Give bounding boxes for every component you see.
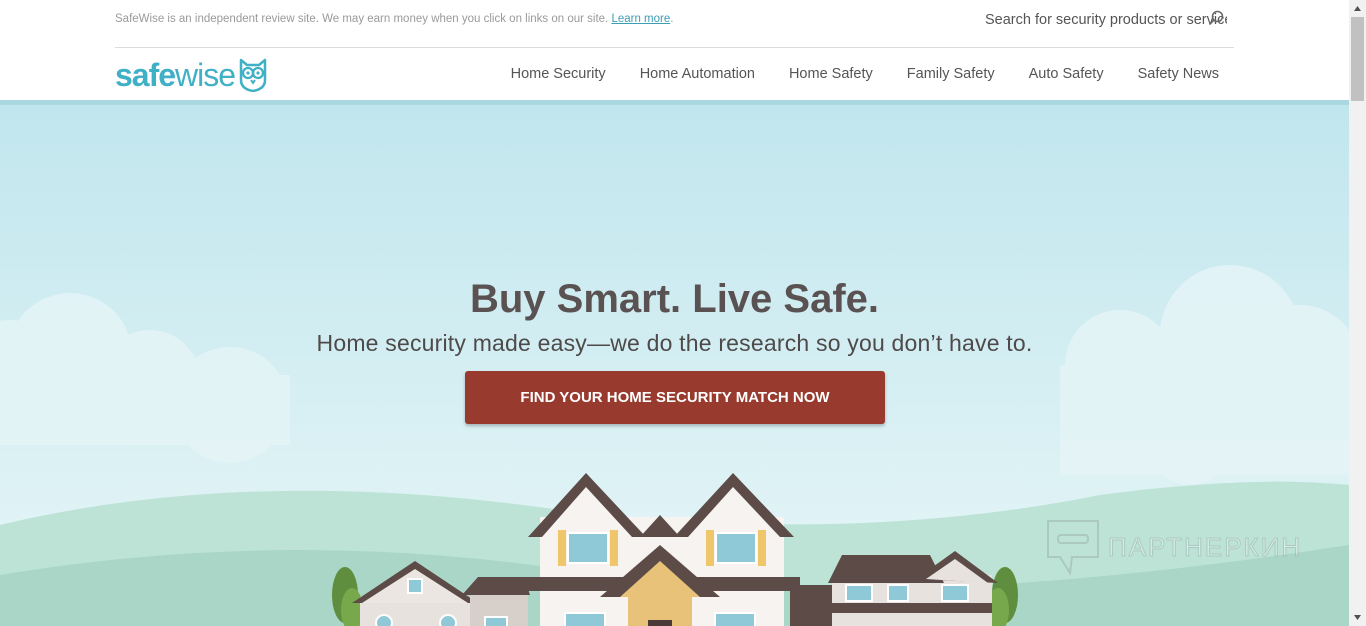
nav-home-safety[interactable]: Home Safety — [789, 66, 873, 82]
learn-more-link[interactable]: Learn more — [611, 13, 670, 25]
hero-subtitle: Home security made easy—we do the resear… — [316, 330, 1033, 356]
disclaimer-text: SafeWise is an independent review site. … — [115, 13, 673, 25]
scroll-down-arrow-icon[interactable] — [1349, 609, 1366, 626]
chat-bubble-icon — [1047, 520, 1099, 575]
search-icon[interactable] — [1208, 10, 1224, 26]
page-scrollbar[interactable] — [1349, 0, 1366, 626]
search-input[interactable] — [985, 9, 1227, 31]
hero-title: Buy Smart. Live Safe. — [469, 276, 880, 321]
scroll-up-arrow-icon[interactable] — [1349, 0, 1366, 17]
nav-family-safety[interactable]: Family Safety — [907, 66, 995, 82]
watermark: ПАРТНЕРКИН — [1046, 517, 1316, 577]
watermark-text: ПАРТНЕРКИН — [1107, 531, 1303, 562]
nav-home-security[interactable]: Home Security — [511, 66, 606, 82]
nav-safety-news[interactable]: Safety News — [1138, 66, 1219, 82]
find-match-button[interactable]: FIND YOUR HOME SECURITY MATCH NOW — [465, 371, 885, 424]
disclaimer-message: SafeWise is an independent review site. … — [115, 13, 612, 25]
primary-nav: Home Security Home Automation Home Safet… — [477, 66, 1219, 82]
nav-auto-safety[interactable]: Auto Safety — [1029, 66, 1104, 82]
scroll-thumb[interactable] — [1351, 17, 1364, 101]
logo-wordmark: safewise — [115, 57, 236, 93]
disclaimer-bar: SafeWise is an independent review site. … — [0, 0, 1349, 47]
house-center — [524, 473, 800, 626]
search-box — [985, 9, 1230, 31]
logo-part-safe: safe — [115, 57, 176, 93]
nav-home-automation[interactable]: Home Automation — [640, 66, 755, 82]
hero-section: Buy Smart. Live Safe. Home security made… — [0, 105, 1349, 626]
owl-icon — [239, 58, 267, 92]
safewise-logo[interactable]: safewise — [115, 57, 268, 93]
disclaimer-period: . — [670, 13, 674, 25]
main-navbar: safewise Home Security Home Automation H… — [0, 48, 1349, 100]
logo-part-wise: wise — [175, 57, 236, 93]
